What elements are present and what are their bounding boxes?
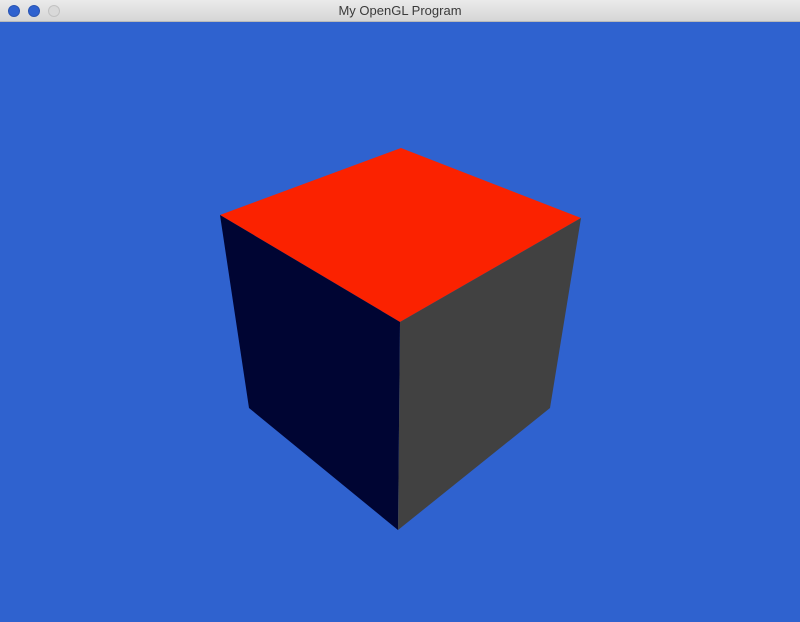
window-title: My OpenGL Program (338, 3, 462, 18)
opengl-window: My OpenGL Program (0, 0, 800, 622)
title-bar[interactable]: My OpenGL Program (0, 0, 800, 22)
cube-render (220, 148, 581, 530)
gl-viewport[interactable] (0, 22, 800, 622)
